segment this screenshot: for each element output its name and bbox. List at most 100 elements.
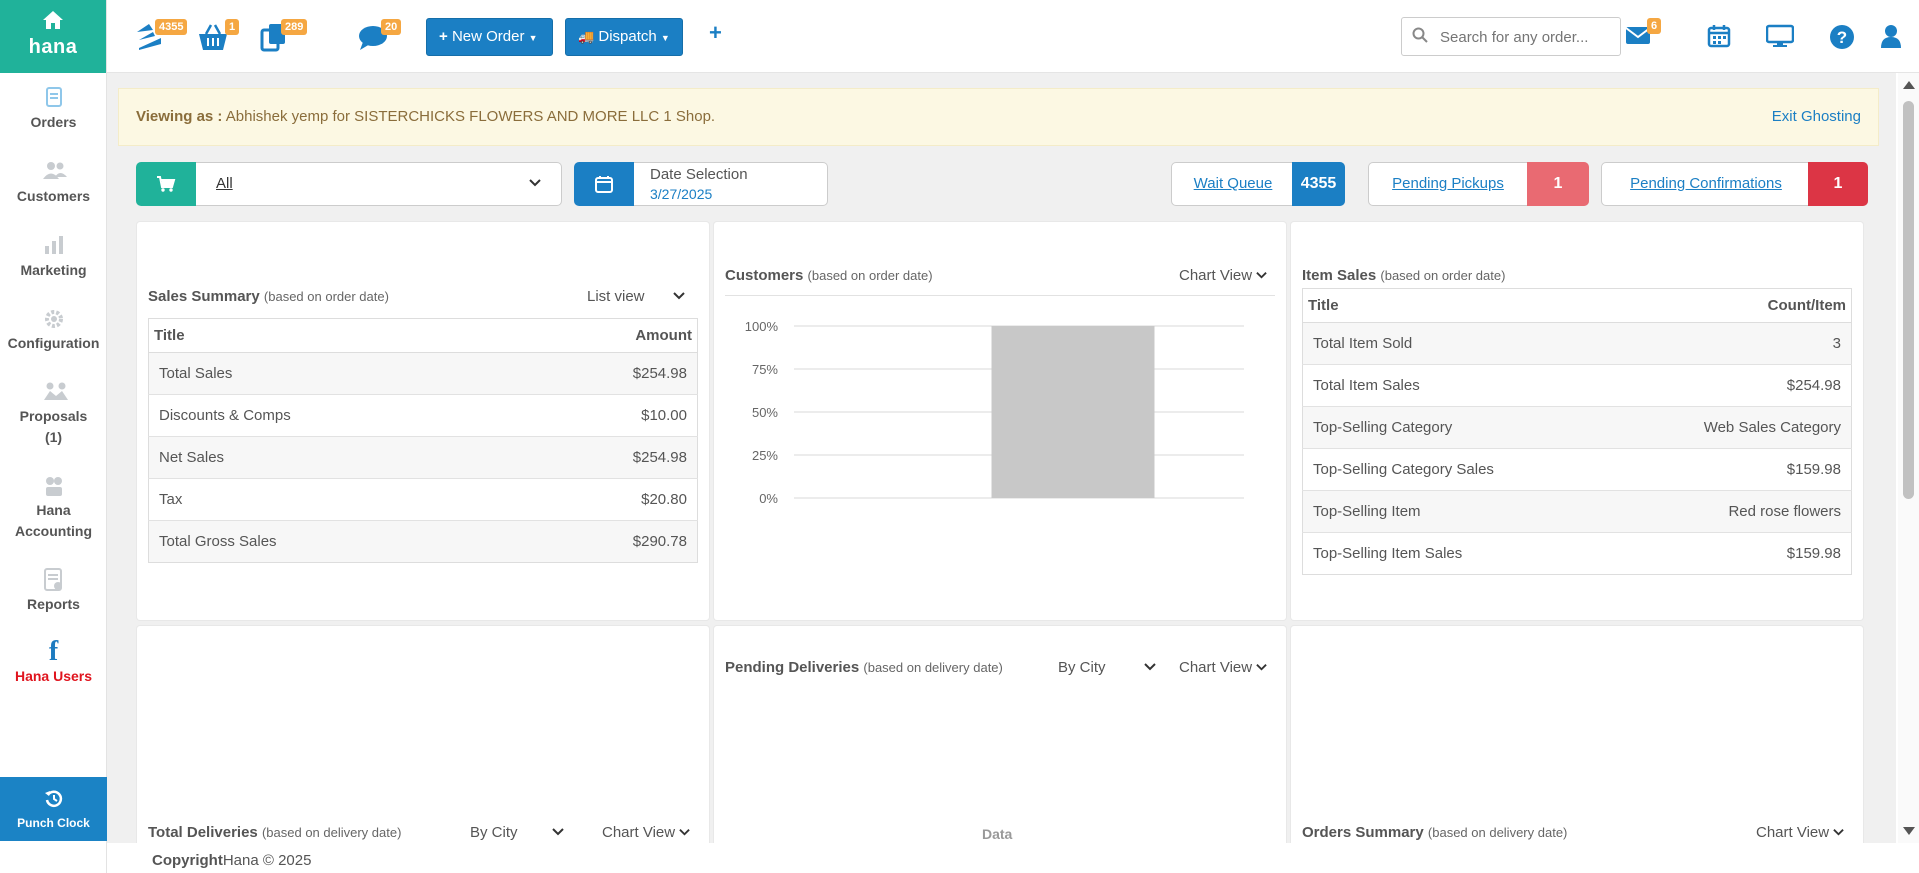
view-select[interactable]: Chart View <box>602 824 690 841</box>
group-select[interactable]: By City <box>470 824 564 841</box>
view-select[interactable]: Chart View <box>1179 659 1267 676</box>
clock-icon <box>0 789 107 813</box>
sidebar-item-label: Reports <box>27 596 80 612</box>
sales-summary-table: Title Amount Total Sales $254.98 Discount… <box>148 318 698 563</box>
truck-icon: 🚚 <box>578 29 595 44</box>
chevron-down-icon <box>1143 659 1156 676</box>
row-value: 3 <box>1610 322 1852 365</box>
sidebar-item-hana-users[interactable]: f Hana Users <box>0 636 107 687</box>
chart-placeholder: Data <box>982 826 1013 842</box>
column-header: Count/Item <box>1610 288 1852 323</box>
total-deliveries-card: Total Deliveries (based on delivery date… <box>137 626 709 856</box>
sales-summary-title: Sales Summary (based on order date) <box>148 288 389 305</box>
sidebar-item-label-2: (1) <box>44 429 63 445</box>
table-row: Top-Selling Category Sales $159.98 <box>1302 448 1852 491</box>
date-select[interactable]: Date Selection 3/27/2025 <box>634 162 828 206</box>
table-row: Top-Selling Item Sales $159.98 <box>1302 532 1852 575</box>
dispatch-label: Dispatch <box>598 28 657 45</box>
scroll-thumb[interactable] <box>1903 101 1914 499</box>
view-select-value: Chart View <box>1756 824 1830 841</box>
user-menu-button[interactable] <box>1879 24 1903 52</box>
sidebar-item-orders[interactable]: Orders <box>0 86 107 133</box>
sidebar-item-proposals[interactable]: Proposals (1) <box>0 380 107 448</box>
wait-queue-pill[interactable]: Wait Queue 4355 <box>1171 162 1345 206</box>
customers-card: Customers (based on order date) Chart Vi… <box>714 222 1286 620</box>
scroll-down-arrow[interactable] <box>1903 827 1915 835</box>
group-select-value: By City <box>1058 659 1106 676</box>
customers-title: Customers (based on order date) <box>725 267 933 284</box>
queue-button[interactable]: 4355 <box>135 19 188 56</box>
monitor-button[interactable] <box>1765 24 1795 52</box>
copies-badge: 289 <box>281 19 308 35</box>
sidebar-item-accounting[interactable]: Hana Accounting <box>0 474 107 542</box>
add-button[interactable]: + <box>709 20 722 46</box>
brand-name: hana <box>28 36 78 58</box>
chat-button[interactable]: 20 <box>357 19 402 56</box>
home-logo[interactable]: hana <box>0 0 106 73</box>
dispatch-button[interactable]: 🚚 Dispatch ▼ <box>565 18 683 56</box>
divider <box>725 295 1275 296</box>
table-row: Net Sales $254.98 <box>148 436 698 479</box>
exit-ghosting-link[interactable]: Exit Ghosting <box>1772 89 1861 145</box>
row-title: Net Sales <box>148 436 517 479</box>
sidebar-item-configuration[interactable]: Configuration <box>0 307 107 354</box>
marketing-icon <box>42 234 66 258</box>
copyright-label: Copyright <box>152 852 223 869</box>
calendar-button[interactable] <box>1707 24 1731 52</box>
orders-summary-card: Orders Summary (based on delivery date) … <box>1291 626 1863 856</box>
sidebar-item-label: Orders <box>30 114 77 130</box>
chevron-down-icon <box>1833 824 1844 841</box>
sidebar: hana Orders Customers Marketing Configur… <box>0 0 107 873</box>
page-scrollbar[interactable] <box>1898 73 1919 843</box>
row-title: Top-Selling Category <box>1302 406 1611 449</box>
basket-badge: 1 <box>225 19 240 35</box>
help-button[interactable]: ? <box>1829 24 1855 54</box>
copies-button[interactable]: 289 <box>259 19 308 56</box>
scroll-up-arrow[interactable] <box>1903 81 1915 89</box>
copyright-text: Hana © 2025 <box>222 852 312 869</box>
sidebar-item-reports[interactable]: Reports <box>0 568 107 615</box>
chevron-down-icon <box>1256 267 1267 284</box>
sidebar-item-customers[interactable]: Customers <box>0 160 107 207</box>
view-select-value: Chart View <box>1179 659 1253 676</box>
chevron-down-icon <box>679 824 690 841</box>
chevron-down-icon <box>529 175 541 192</box>
row-title: Total Item Sold <box>1302 322 1611 365</box>
customers-icon <box>42 160 67 184</box>
new-order-button[interactable]: + New Order ▼ <box>426 18 553 56</box>
table-row: Tax $20.80 <box>148 478 698 521</box>
pending-pickups-link[interactable]: Pending Pickups <box>1369 163 1527 205</box>
date-value: 3/27/2025 <box>650 186 713 202</box>
mail-button[interactable]: 6 <box>1625 18 1662 50</box>
wait-queue-link[interactable]: Wait Queue <box>1172 163 1294 205</box>
store-filter[interactable]: All <box>136 162 562 206</box>
sidebar-item-label: Configuration <box>7 335 100 351</box>
search-input[interactable] <box>1440 26 1612 48</box>
sidebar-item-marketing[interactable]: Marketing <box>0 234 107 281</box>
punch-clock-button[interactable]: Punch Clock <box>0 777 107 841</box>
view-select[interactable]: List view <box>587 288 685 305</box>
calendar-icon <box>1707 25 1731 48</box>
pending-pickups-pill[interactable]: Pending Pickups 1 <box>1368 162 1589 206</box>
search-box[interactable] <box>1401 17 1621 56</box>
pending-confirmations-pill[interactable]: Pending Confirmations 1 <box>1601 162 1868 206</box>
group-select[interactable]: By City <box>1058 659 1156 676</box>
calendar-icon <box>574 162 634 206</box>
pending-confirmations-link[interactable]: Pending Confirmations <box>1602 163 1810 205</box>
pending-deliveries-card: Pending Deliveries (based on delivery da… <box>714 626 1286 856</box>
item-sales-table: Title Count/Item Total Item Sold 3 Total … <box>1302 288 1852 575</box>
store-select[interactable]: All <box>196 162 562 206</box>
view-select-value: Chart View <box>602 824 676 841</box>
chart-bar[interactable] <box>991 326 1155 498</box>
chat-badge: 20 <box>381 19 402 35</box>
item-sales-title: Item Sales (based on order date) <box>1302 267 1505 284</box>
date-filter[interactable]: Date Selection 3/27/2025 <box>574 162 828 206</box>
facebook-icon: f <box>48 636 59 667</box>
gear-icon <box>42 307 66 331</box>
basket-button[interactable]: 1 <box>197 19 240 56</box>
view-select[interactable]: Chart View <box>1179 267 1267 284</box>
table-row: Top-Selling Item Red rose flowers <box>1302 490 1852 533</box>
monitor-icon <box>1765 24 1795 47</box>
view-select[interactable]: Chart View <box>1756 824 1844 841</box>
search-icon <box>1412 27 1428 43</box>
